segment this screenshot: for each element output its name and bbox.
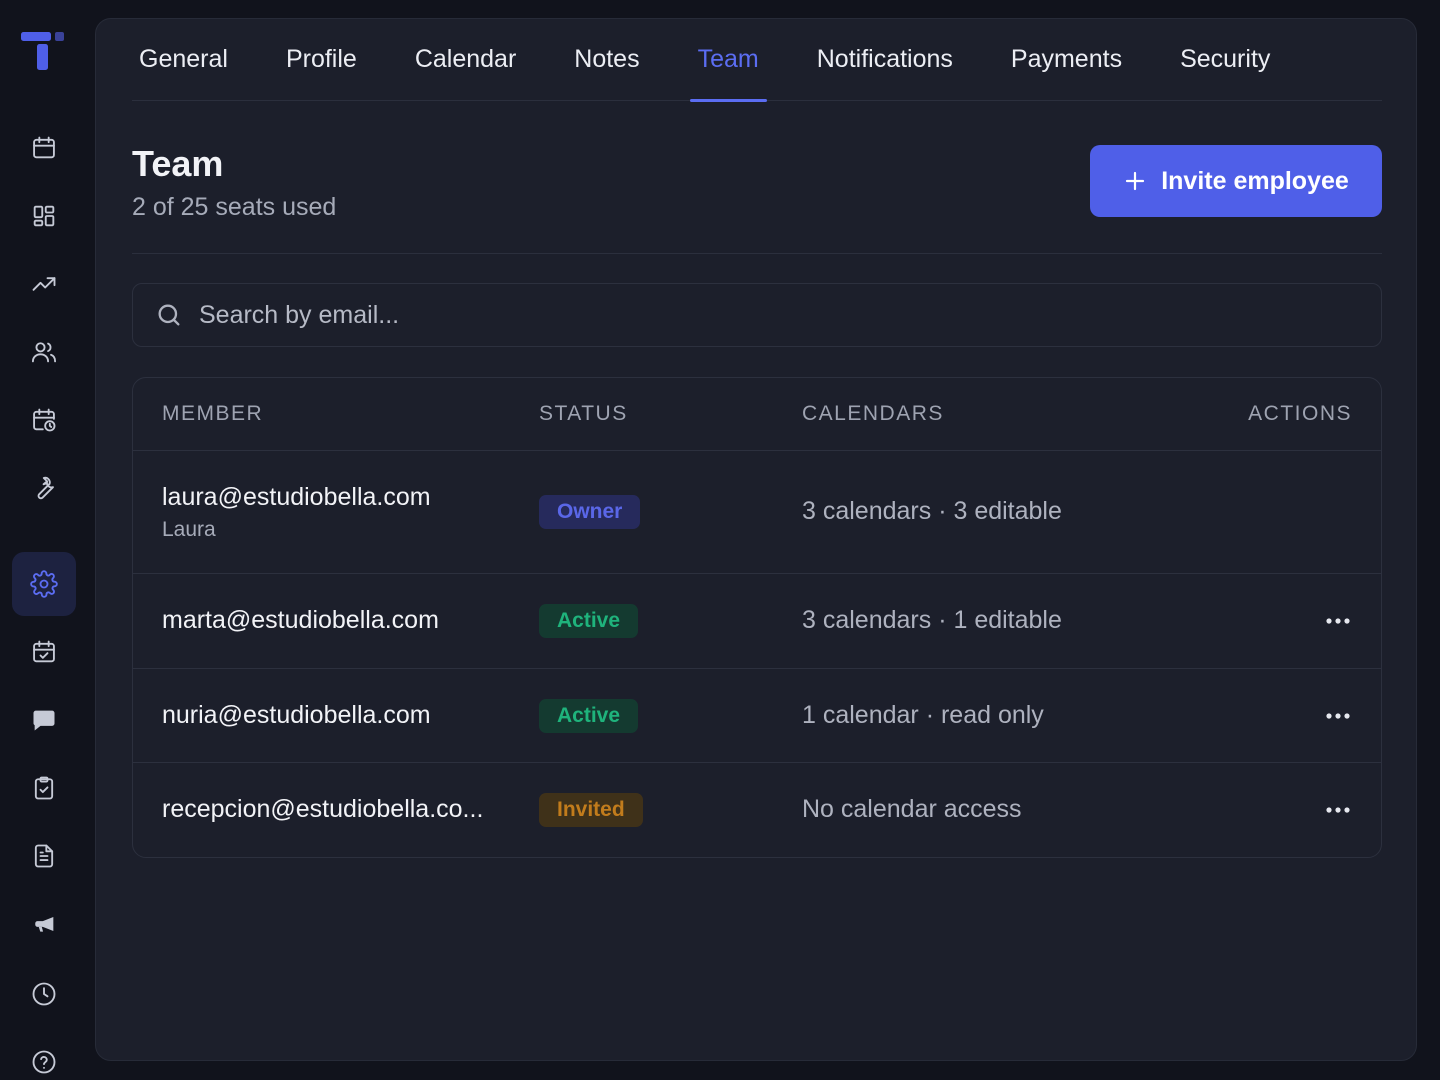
more-horizontal-icon bbox=[1326, 618, 1350, 624]
status-badge: Active bbox=[539, 699, 639, 733]
app-logo[interactable] bbox=[20, 30, 66, 72]
row-actions-button[interactable] bbox=[1323, 606, 1353, 636]
search-icon bbox=[158, 304, 180, 326]
calendar-clock-icon bbox=[33, 408, 56, 432]
calendars-cell: 1 calendar · read only bbox=[802, 701, 1044, 729]
sidebar-item-help[interactable] bbox=[12, 1030, 76, 1080]
status-cell: Active bbox=[539, 699, 639, 733]
trending-up-icon bbox=[32, 277, 56, 291]
dashboard-grid-icon bbox=[33, 205, 55, 227]
team-table: MEMBER STATUS CALENDARS ACTIONS laura@es… bbox=[132, 377, 1382, 858]
chat-bubble-icon bbox=[33, 710, 55, 731]
sidebar-item-dashboard[interactable] bbox=[12, 184, 76, 248]
megaphone-icon bbox=[35, 917, 54, 932]
document-icon bbox=[34, 844, 54, 868]
users-icon bbox=[31, 342, 57, 363]
sidebar-item-messages[interactable] bbox=[12, 688, 76, 752]
sidebar-item-calendar[interactable] bbox=[12, 116, 76, 180]
seats-used-text: 2 of 25 seats used bbox=[132, 193, 337, 221]
status-badge: Invited bbox=[539, 793, 643, 827]
calendars-cell: No calendar access bbox=[802, 795, 1022, 823]
sidebar-item-tasks[interactable] bbox=[12, 756, 76, 820]
row-actions-button[interactable] bbox=[1323, 795, 1353, 825]
sidebar-item-history[interactable] bbox=[12, 962, 76, 1026]
calendar-icon bbox=[33, 136, 55, 159]
status-badge: Active bbox=[539, 604, 639, 638]
tab-security[interactable]: Security bbox=[1180, 19, 1270, 101]
member-email: recepcion@estudiobella.co... bbox=[162, 795, 484, 823]
table-header: MEMBER STATUS CALENDARS ACTIONS bbox=[133, 378, 1381, 451]
sidebar-item-clients[interactable] bbox=[12, 320, 76, 384]
invite-employee-button[interactable]: Invite employee bbox=[1090, 145, 1382, 217]
page-title: Team bbox=[132, 143, 224, 184]
column-header-member: MEMBER bbox=[162, 402, 264, 425]
table-row[interactable]: laura@estudiobella.com Laura Owner 3 cal… bbox=[133, 451, 1381, 574]
column-header-calendars: CALENDARS bbox=[802, 402, 944, 425]
sidebar bbox=[0, 0, 88, 1080]
invite-employee-label: Invite employee bbox=[1161, 166, 1349, 195]
wrench-icon bbox=[37, 476, 54, 500]
member-email: laura@estudiobella.com bbox=[162, 483, 431, 511]
more-horizontal-icon bbox=[1326, 713, 1350, 719]
table-row[interactable]: recepcion@estudiobella.co... Invited No … bbox=[133, 763, 1381, 857]
search-box bbox=[132, 283, 1382, 347]
sidebar-item-schedule[interactable] bbox=[12, 388, 76, 452]
clipboard-check-icon bbox=[34, 776, 54, 800]
sidebar-item-tools[interactable] bbox=[12, 456, 76, 520]
help-icon bbox=[32, 1050, 56, 1074]
tab-team[interactable]: Team bbox=[689, 19, 767, 102]
plus-icon bbox=[1126, 171, 1145, 191]
tab-notes[interactable]: Notes bbox=[574, 19, 639, 101]
calendar-check-icon bbox=[33, 640, 55, 663]
tab-notifications[interactable]: Notifications bbox=[817, 19, 953, 101]
status-cell: Active bbox=[539, 604, 639, 638]
tab-calendar[interactable]: Calendar bbox=[415, 19, 516, 101]
status-badge: Owner bbox=[539, 495, 641, 529]
table-row[interactable]: nuria@estudiobella.com Active 1 calendar… bbox=[133, 669, 1381, 763]
settings-panel: General Profile Calendar Notes Team Noti… bbox=[95, 18, 1417, 1061]
row-actions-button[interactable] bbox=[1323, 701, 1353, 731]
tab-payments[interactable]: Payments bbox=[1011, 19, 1122, 101]
status-cell: Invited bbox=[539, 793, 643, 827]
column-header-actions: ACTIONS bbox=[1248, 402, 1352, 425]
sidebar-item-analytics[interactable] bbox=[12, 252, 76, 316]
table-row[interactable]: marta@estudiobella.com Active 3 calendar… bbox=[133, 574, 1381, 669]
member-name: Laura bbox=[162, 518, 216, 541]
member-email: nuria@estudiobella.com bbox=[162, 701, 431, 729]
tab-profile[interactable]: Profile bbox=[286, 19, 357, 101]
sidebar-item-settings[interactable] bbox=[12, 552, 76, 616]
member-email: marta@estudiobella.com bbox=[162, 606, 439, 634]
calendars-cell: 3 calendars · 3 editable bbox=[802, 497, 1062, 525]
status-cell: Owner bbox=[539, 495, 641, 529]
settings-tabs: General Profile Calendar Notes Team Noti… bbox=[132, 19, 1382, 102]
tab-general[interactable]: General bbox=[139, 19, 228, 101]
sidebar-item-marketing[interactable] bbox=[12, 892, 76, 956]
calendars-cell: 3 calendars · 1 editable bbox=[802, 606, 1062, 634]
more-horizontal-icon bbox=[1326, 807, 1350, 813]
header-divider bbox=[132, 253, 1382, 254]
search-input[interactable] bbox=[199, 300, 1299, 330]
clock-icon bbox=[32, 982, 56, 1006]
sidebar-item-documents[interactable] bbox=[12, 824, 76, 888]
gear-icon bbox=[30, 570, 58, 598]
member-cell: laura@estudiobella.com Laura bbox=[162, 483, 431, 542]
column-header-status: STATUS bbox=[539, 402, 628, 425]
sidebar-item-bookings[interactable] bbox=[12, 620, 76, 684]
